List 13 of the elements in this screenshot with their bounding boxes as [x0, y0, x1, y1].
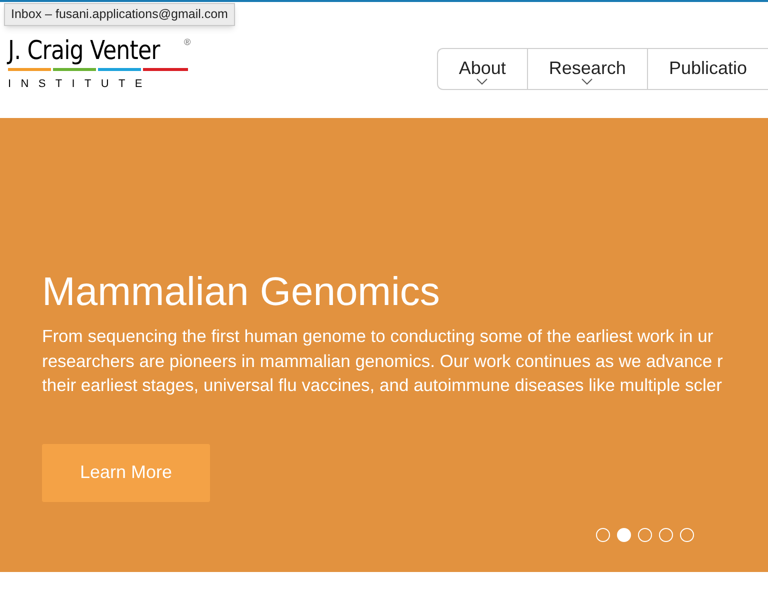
- nav-item[interactable]: Publicatio: [646, 49, 768, 89]
- hero-text-line: researchers are pioneers in mammalian genomics. Our work continues as we advance r: [42, 350, 724, 373]
- nav-item[interactable]: Research: [526, 49, 647, 89]
- logo-subtitle: INSTITUTE: [8, 77, 153, 92]
- chevron-down-icon: [476, 78, 488, 84]
- registered-mark: ®: [184, 36, 191, 49]
- logo-wordmark: J. Craig Venter: [8, 36, 160, 66]
- chevron-down-icon: [581, 78, 594, 84]
- nav-item[interactable]: About: [438, 49, 527, 89]
- hero-title: Mammalian Genomics: [42, 269, 441, 316]
- tooltip: Inbox – fusani.applications@gmail.com: [4, 3, 235, 26]
- hero-text-line: From sequencing the first human genome to conducting some of the earliest work in ur: [42, 325, 714, 348]
- hero-text-line: their earliest stages, universal flu vaccines, and autoimmune diseases like multiple scler: [42, 374, 723, 397]
